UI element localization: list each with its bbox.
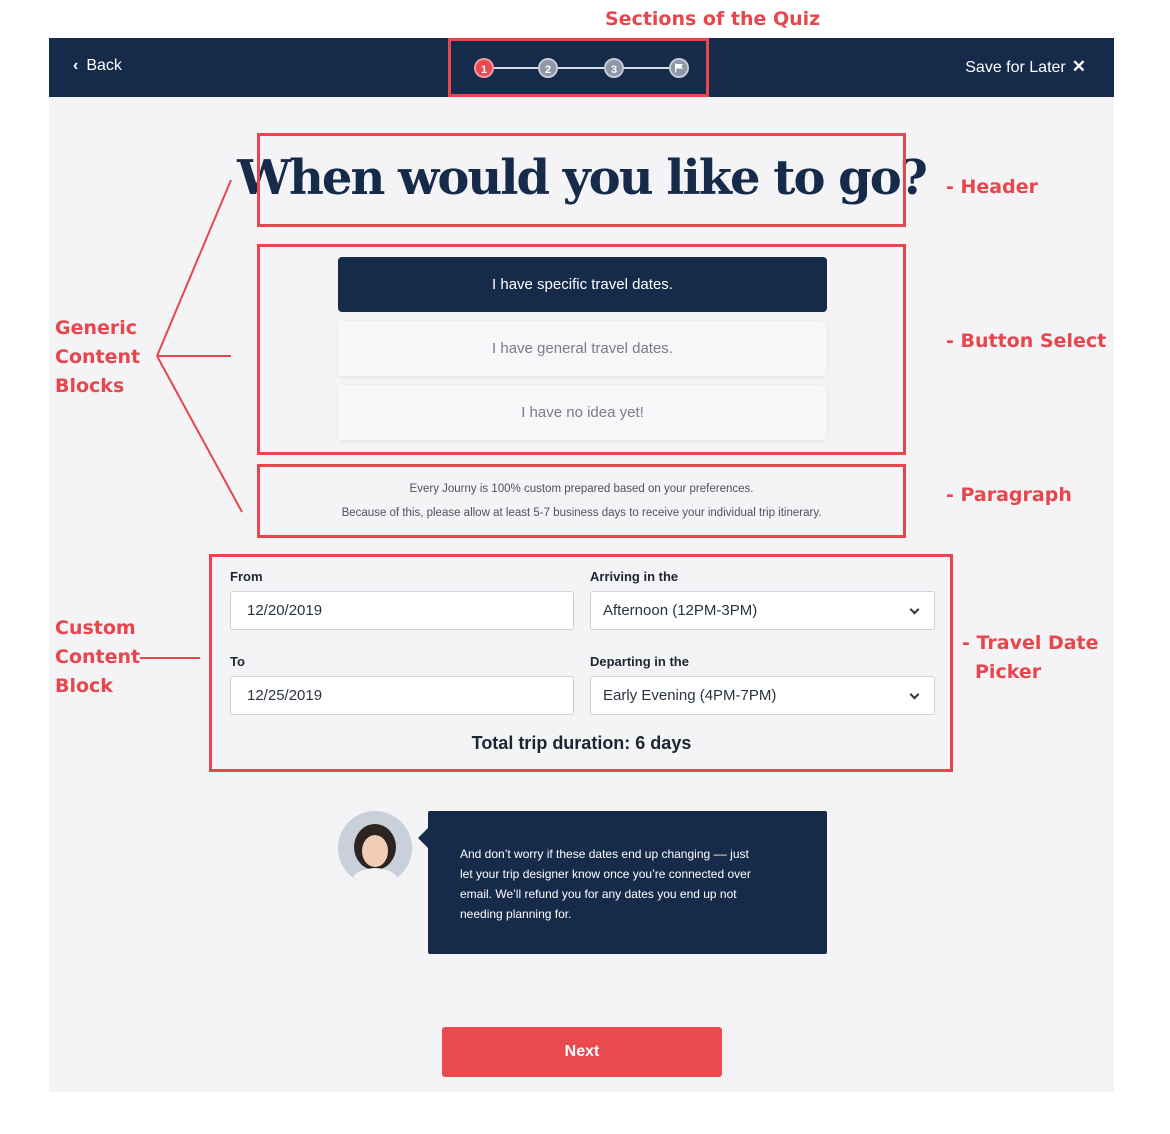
annotation-date-picker-line-1: - Travel Date [962,632,1099,654]
save-for-later-button[interactable]: Save for Later ✕ [965,57,1086,77]
annotation-box-button-select [257,244,906,455]
annotation-generic-blocks: Generic Content Blocks [55,314,140,401]
annotation-header: - Header [946,176,1038,198]
save-label: Save for Later [965,59,1066,76]
annotation-travel-date-picker: - Travel Date Picker [962,629,1099,687]
message-line-1: And don’t worry if these dates end up ch… [460,847,749,861]
trip-designer-avatar [338,811,412,885]
annotation-box-stepper [448,38,709,97]
annotation-box-paragraph [257,464,906,538]
back-label: Back [86,57,122,74]
message-line-3: email. We’ll refund you for any dates yo… [460,887,737,901]
person-portrait-icon [338,811,412,885]
close-icon: ✕ [1071,57,1086,76]
message-line-2: let your trip designer know once you’re … [460,867,751,881]
annotation-box-date-picker [209,554,953,772]
annotation-box-header [257,133,906,227]
annotation-date-picker-line-2: Picker [975,661,1042,683]
next-button[interactable]: Next [442,1027,722,1077]
trip-designer-message: And don’t worry if these dates end up ch… [428,811,827,954]
annotation-sections-title: Sections of the Quiz [605,8,821,30]
annotation-generic-line-1: Generic [55,317,138,339]
annotation-generic-line-2: Content [55,346,141,368]
chevron-left-icon: ‹ [73,57,79,74]
annotation-custom-line-2: Content [55,646,141,668]
annotation-generic-line-3: Blocks [55,375,125,397]
back-button[interactable]: ‹ Back [73,57,122,75]
speech-bubble-tail [418,828,428,848]
annotation-custom-line-3: Block [55,675,113,697]
annotation-custom-block: Custom Content Block [55,614,140,701]
annotation-button-select: - Button Select [946,330,1107,352]
annotation-custom-line-1: Custom [55,617,136,639]
message-line-4: needing planning for. [460,907,572,921]
annotation-paragraph: - Paragraph [946,484,1072,506]
